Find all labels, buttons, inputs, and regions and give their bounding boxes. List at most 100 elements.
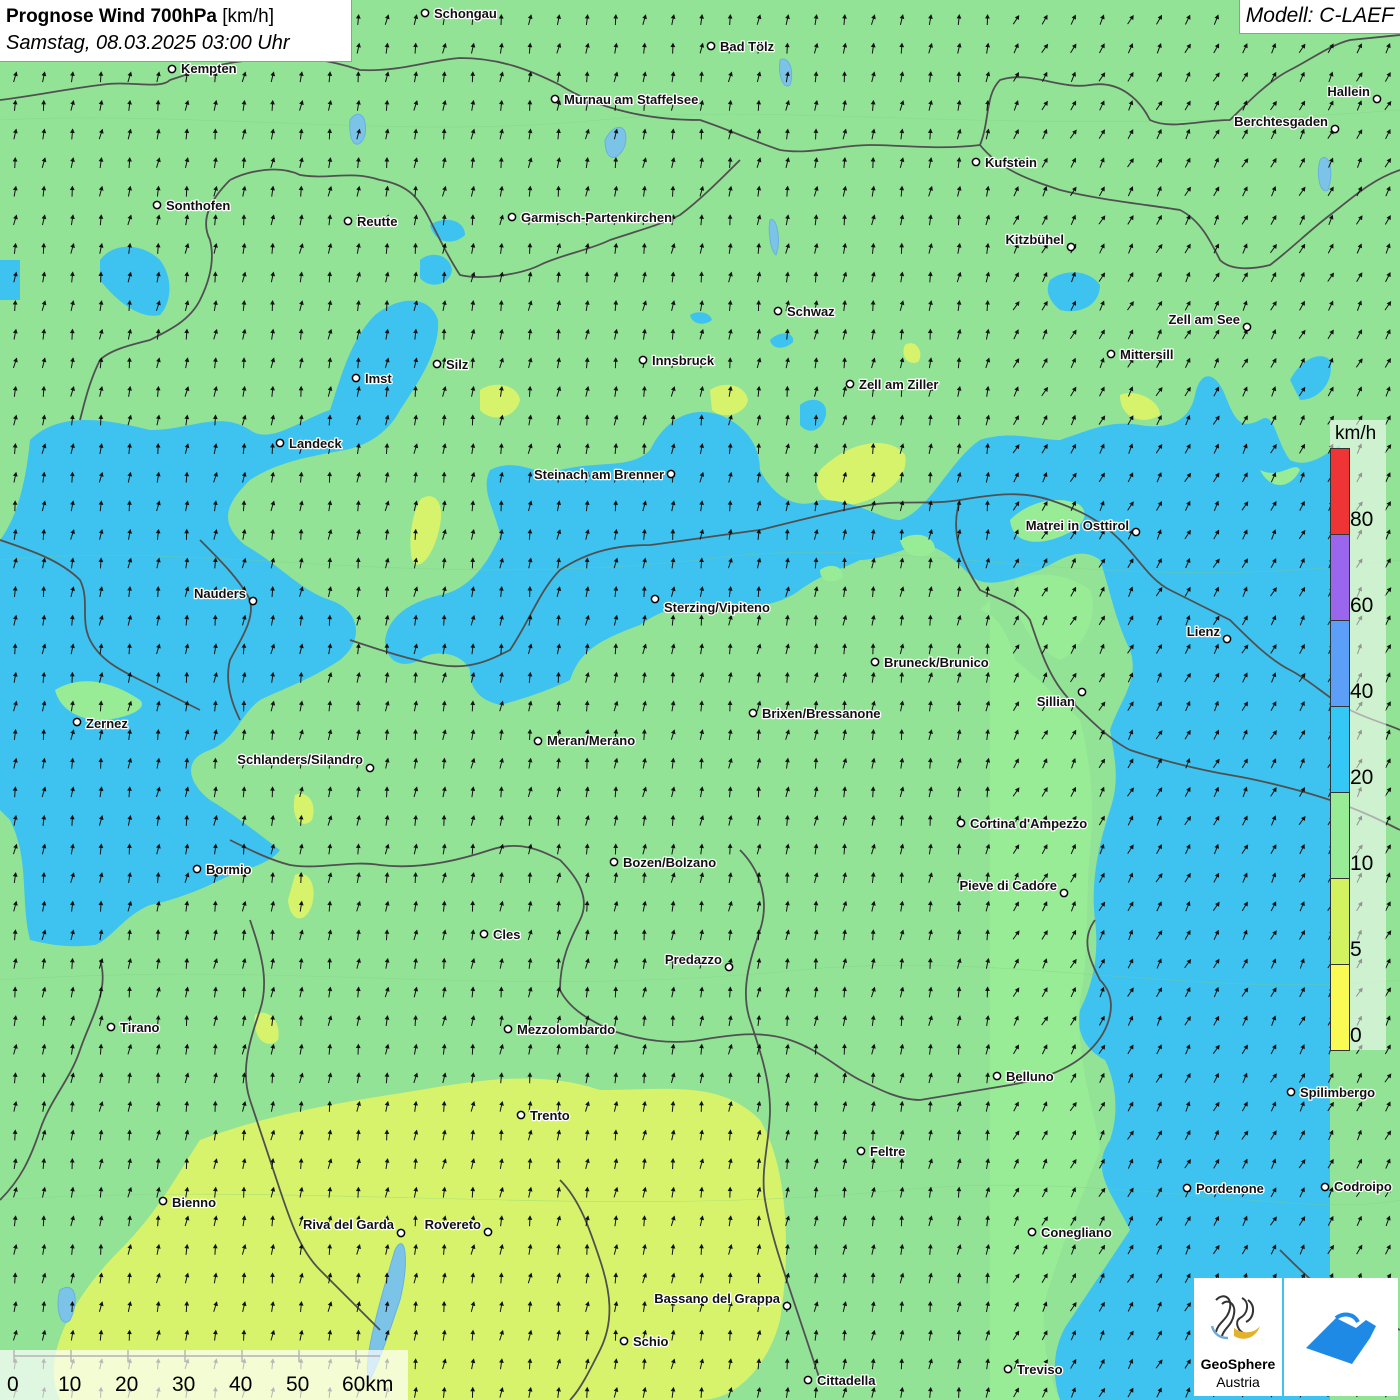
city-dot [773, 306, 783, 316]
city-dot [1003, 1364, 1013, 1374]
model-label: Modell: C-LAEF [1238, 0, 1400, 34]
city-label: Trento [530, 1108, 570, 1123]
city-label: Bruneck/Brunico [884, 655, 989, 670]
city-dot [432, 359, 442, 369]
city-marker: Bozen/Bolzano [609, 854, 717, 871]
city-label: Pieve di Cadore [959, 878, 1057, 893]
city-dot [396, 1228, 406, 1238]
city-label: Sterzing/Vipiteno [664, 600, 770, 615]
city-label: Tirano [120, 1020, 160, 1035]
city-marker: Zell am Ziller [845, 376, 940, 393]
city-dot [1027, 1227, 1037, 1237]
city-label: Mezzolombardo [517, 1022, 615, 1037]
legend-label-5: 5 [1350, 938, 1362, 961]
legend-band-0 [1330, 964, 1350, 1051]
city-dot [638, 355, 648, 365]
city-label: Sonthofen [166, 198, 230, 213]
map-title-unit: [km/h] [222, 6, 275, 27]
city-label: Spilimbergo [1300, 1085, 1375, 1100]
scale-label-40: 40 [229, 1373, 253, 1396]
city-dot [343, 216, 353, 226]
city-dot [550, 94, 560, 104]
city-label: Bienno [172, 1195, 216, 1210]
city-label: Schongau [434, 6, 497, 21]
scale-label-30: 30 [172, 1373, 196, 1396]
city-dot [856, 1146, 866, 1156]
geosphere-name: GeoSphere [1200, 1356, 1276, 1372]
city-dot [420, 8, 430, 18]
geosphere-emblem-icon [1210, 1295, 1260, 1340]
city-dot [1106, 349, 1116, 359]
city-label: Bad Tölz [720, 39, 775, 54]
legend-label-0: 0 [1350, 1024, 1362, 1047]
city-label: Pordenone [1196, 1181, 1264, 1196]
city-label: Hallein [1327, 84, 1370, 99]
city-marker: Brixen/Bressanone [748, 705, 882, 722]
arrow-cloud-icon [1306, 1312, 1376, 1364]
legend-unit: km/h [1335, 423, 1377, 444]
scale-label-20: 20 [115, 1373, 139, 1396]
city-dot [248, 596, 258, 606]
city-dot [503, 1024, 513, 1034]
city-label: Treviso [1017, 1362, 1063, 1377]
city-label: Riva del Garda [303, 1217, 395, 1232]
city-label: Innsbruck [652, 353, 715, 368]
scale-label-0: 0 [7, 1373, 19, 1396]
legend-label-10: 10 [1350, 852, 1374, 875]
city-dot [1066, 242, 1076, 252]
scale-label-50: 50 [286, 1373, 310, 1396]
legend-label-40: 40 [1350, 680, 1374, 703]
city-dot [351, 373, 361, 383]
city-dot [167, 64, 177, 74]
city-label: Bassano del Grappa [654, 1291, 780, 1306]
city-dot [803, 1375, 813, 1385]
city-dot [845, 379, 855, 389]
city-marker: Pordenone [1182, 1180, 1265, 1197]
scale-label-10: 10 [58, 1373, 82, 1396]
city-dot [1131, 527, 1141, 537]
city-dot [158, 1196, 168, 1206]
city-label: Kempten [181, 61, 237, 76]
city-marker: Bruneck/Brunico [870, 654, 990, 671]
city-label: Nauders [194, 586, 246, 601]
city-label: Matrei in Osttirol [1026, 518, 1129, 533]
geosphere-sub: Austria [1216, 1374, 1260, 1390]
city-label: Brixen/Bressanone [762, 706, 881, 721]
city-dot [609, 857, 619, 867]
legend-band-80 [1330, 448, 1350, 535]
city-dot [106, 1022, 116, 1032]
city-dot [782, 1301, 792, 1311]
app-logo[interactable] [1284, 1278, 1398, 1396]
city-label: Garmisch-Partenkirchen [521, 210, 672, 225]
legend-label-20: 20 [1350, 766, 1374, 789]
city-label: Conegliano [1041, 1225, 1112, 1240]
city-dot [992, 1071, 1002, 1081]
wind-map[interactable]: Schongau Bad Tölz Kempten Murnau am Staffel… [0, 0, 1400, 1400]
city-label: Schlanders/Silandro [237, 752, 363, 767]
city-dot [666, 469, 676, 479]
city-label: Predazzo [665, 952, 722, 967]
geosphere-logo[interactable]: GeoSphere Austria [1194, 1278, 1282, 1396]
city-label: Zell am Ziller [859, 377, 938, 392]
city-dot [275, 438, 285, 448]
city-dot [507, 212, 517, 222]
city-label: Steinach am Brenner [534, 467, 664, 482]
city-dot [706, 41, 716, 51]
city-dot [1222, 634, 1232, 644]
city-dot [152, 200, 162, 210]
city-dot [479, 929, 489, 939]
scale-label-60km: 60km [342, 1373, 394, 1396]
city-label: Zernez [86, 716, 128, 731]
city-label: Mittersill [1120, 347, 1173, 362]
city-label: Silz [446, 357, 469, 372]
city-marker: Mezzolombardo [503, 1021, 617, 1038]
city-dot [1286, 1087, 1296, 1097]
city-dot [1182, 1183, 1192, 1193]
city-label: Schio [633, 1334, 668, 1349]
city-label: Landeck [289, 436, 343, 451]
city-dot [956, 818, 966, 828]
legend-label-60: 60 [1350, 594, 1374, 617]
city-label: Feltre [870, 1144, 905, 1159]
city-dot [650, 594, 660, 604]
legend-band-5 [1330, 878, 1350, 965]
